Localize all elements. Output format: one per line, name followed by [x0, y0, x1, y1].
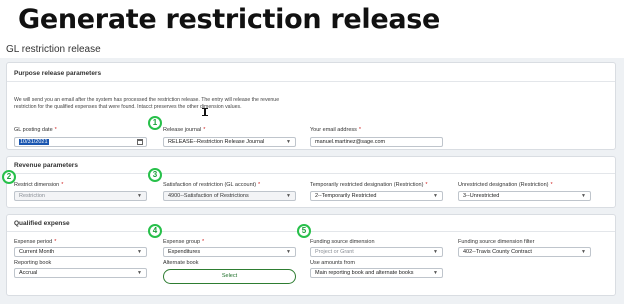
release-journal-select[interactable]: RELEASE--Restriction Release Journal ▼: [163, 137, 296, 147]
chevron-down-icon: ▼: [137, 193, 142, 199]
funding-filter-select[interactable]: 402--Travis County Contract ▼: [458, 247, 591, 257]
satisfaction-value: 4900--Satisfaction of Restrictions: [168, 193, 249, 199]
funding-dimension-label: Funding source dimension: [310, 239, 375, 245]
posting-date-input[interactable]: 10/31/2021: [14, 137, 147, 147]
temp-restricted-value: 2--Temporarily Restricted: [315, 193, 377, 199]
text-cursor-icon: [202, 108, 208, 116]
step-marker-1: 1: [148, 116, 162, 130]
funding-dimension-select[interactable]: Project or Grant ▼: [310, 247, 443, 257]
temp-restricted-select[interactable]: 2--Temporarily Restricted ▼: [310, 191, 443, 201]
chevron-down-icon: ▼: [433, 249, 438, 255]
expense-group-label: Expense group *: [163, 239, 205, 245]
temp-restricted-label: Temporarily restricted designation (Rest…: [310, 182, 428, 188]
satisfaction-select[interactable]: 4900--Satisfaction of Restrictions ▼: [163, 191, 296, 201]
revenue-panel-title: Revenue parameters: [14, 162, 78, 169]
step-marker-5: 5: [297, 224, 311, 238]
chevron-down-icon: ▼: [286, 139, 291, 145]
revenue-panel: Revenue parameters Restrict dimension * R…: [6, 156, 616, 208]
qualified-panel: Qualified expense Expense period * Curren…: [6, 214, 616, 296]
use-amounts-select[interactable]: Main reporting book and alternate books …: [310, 268, 443, 278]
expense-period-select[interactable]: Current Month ▼: [14, 247, 147, 257]
chevron-down-icon: ▼: [581, 193, 586, 199]
purpose-panel-title: Purpose release parameters: [14, 70, 102, 77]
expense-group-value: Expenditures: [168, 249, 201, 255]
page-title: GL restriction release: [6, 44, 101, 55]
chevron-down-icon: ▼: [286, 193, 291, 199]
restrict-dimension-label: Restrict dimension *: [14, 182, 64, 188]
calendar-icon[interactable]: [137, 139, 143, 145]
alternate-book-label: Alternate book: [163, 260, 199, 266]
chevron-down-icon: ▼: [433, 193, 438, 199]
chevron-down-icon: ▼: [137, 249, 142, 255]
funding-dimension-value: Project or Grant: [315, 249, 354, 255]
release-journal-label: Release journal *: [163, 127, 206, 133]
unrestricted-value: 3--Unrestricted: [463, 193, 500, 199]
funding-filter-value: 402--Travis County Contract: [463, 249, 532, 255]
reporting-book-value: Accrual: [19, 270, 38, 276]
chevron-down-icon: ▼: [137, 270, 142, 276]
restrict-dimension-select[interactable]: Restriction ▼: [14, 191, 147, 201]
divider: [7, 231, 615, 232]
release-journal-value: RELEASE--Restriction Release Journal: [168, 139, 265, 145]
expense-period-value: Current Month: [19, 249, 55, 255]
chevron-down-icon: ▼: [286, 249, 291, 255]
email-value: manuel.martinez@sage.com: [315, 139, 386, 145]
email-label: Your email address *: [310, 127, 362, 133]
banner-title: Generate restriction release: [18, 4, 441, 35]
satisfaction-label: Satisfaction of restriction (GL account)…: [163, 182, 261, 188]
reporting-book-label: Reporting book: [14, 260, 52, 266]
step-marker-2: 2: [2, 170, 16, 184]
posting-date-label: GL posting date *: [14, 127, 57, 133]
email-input[interactable]: manuel.martinez@sage.com: [310, 137, 443, 147]
expense-period-label: Expense period *: [14, 239, 57, 245]
expense-group-select[interactable]: Expenditures ▼: [163, 247, 296, 257]
chevron-down-icon: ▼: [433, 270, 438, 276]
funding-filter-label: Funding source dimension filter: [458, 239, 535, 245]
purpose-description: We will send you an email after the syst…: [14, 97, 280, 110]
chevron-down-icon: ▼: [581, 249, 586, 255]
purpose-panel: Purpose release parameters We will send …: [6, 62, 616, 150]
reporting-book-select[interactable]: Accrual ▼: [14, 268, 147, 278]
use-amounts-label: Use amounts from: [310, 260, 355, 266]
posting-date-value: 10/31/2021: [19, 139, 49, 145]
step-marker-3: 3: [148, 168, 162, 182]
alternate-book-select-button[interactable]: Select: [163, 269, 296, 284]
restrict-dimension-value: Restriction: [19, 193, 45, 199]
divider: [7, 81, 615, 82]
unrestricted-label: Unrestricted designation (Restriction) *: [458, 182, 553, 188]
step-marker-4: 4: [148, 224, 162, 238]
use-amounts-value: Main reporting book and alternate books: [315, 270, 414, 276]
unrestricted-select[interactable]: 3--Unrestricted ▼: [458, 191, 591, 201]
divider: [7, 173, 615, 174]
qualified-panel-title: Qualified expense: [14, 220, 70, 227]
